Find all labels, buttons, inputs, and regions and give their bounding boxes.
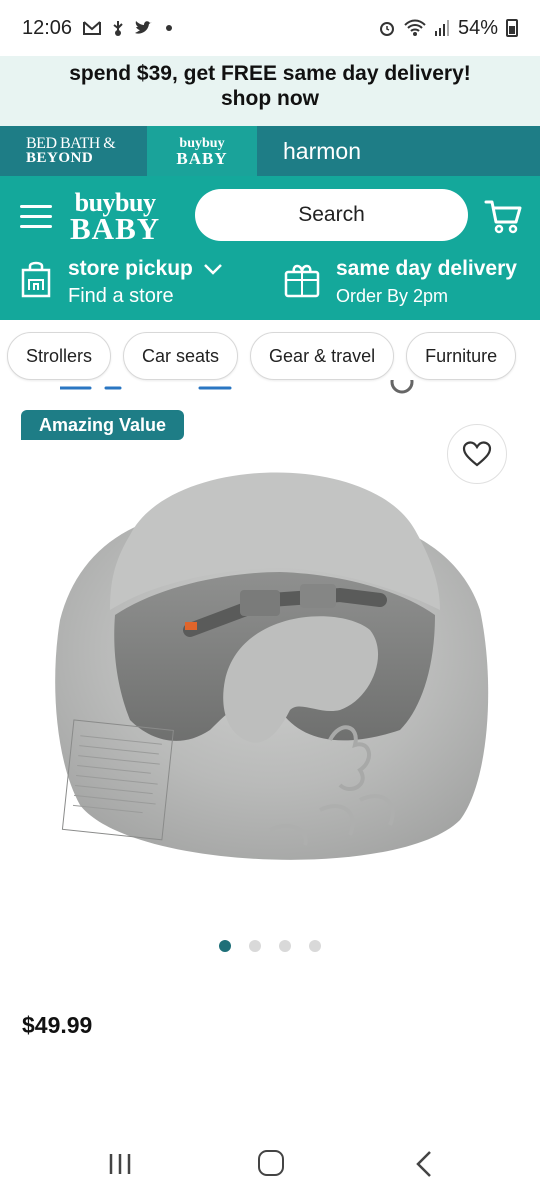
chip-car-seats[interactable]: Car seats	[123, 332, 239, 380]
chip-furniture[interactable]: Furniture	[406, 332, 517, 380]
tab-harmon[interactable]: harmon	[257, 126, 361, 176]
carousel-dot[interactable]	[219, 940, 231, 952]
image-carousel-dots	[0, 940, 540, 952]
dot-icon	[166, 25, 173, 31]
promo-link[interactable]: shop now	[0, 86, 540, 111]
system-nav-bar	[0, 1130, 540, 1200]
carousel-dot[interactable]	[249, 940, 261, 952]
wifi-icon	[404, 19, 426, 36]
cart-icon[interactable]	[484, 196, 524, 236]
bbb-logo-line2: BEYOND	[26, 150, 94, 166]
battery-icon	[506, 19, 518, 37]
gmail-icon	[83, 21, 102, 35]
site-header: buybuy BABY Search store pickup Find a s…	[0, 176, 540, 320]
usb-icon	[113, 21, 123, 36]
status-time: 12:06	[22, 16, 73, 39]
delivery-sub: Order By 2pm	[336, 286, 449, 306]
store-pickup-label: store pickup	[68, 257, 193, 280]
brand-tabs: BED BATH & BEYOND buybuy BABY harmon	[0, 126, 540, 176]
delivery-title: same day delivery	[336, 257, 517, 280]
notification-icons	[82, 19, 173, 37]
chip-strollers[interactable]: Strollers	[7, 332, 112, 380]
product-image[interactable]	[40, 440, 500, 890]
scrolled-text-fragment	[60, 380, 414, 394]
store-pickup-title: store pickup	[68, 256, 223, 282]
tab-bed-bath-beyond[interactable]: BED BATH & BEYOND	[0, 126, 147, 176]
tab-buybuy-baby[interactable]: buybuy BABY	[147, 126, 257, 176]
product-price: $49.99	[22, 1012, 93, 1038]
promo-banner[interactable]: spend $39, get FREE same day delivery! s…	[0, 56, 540, 126]
store-pickup[interactable]: store pickup Find a store	[20, 256, 223, 310]
status-bar: 12:06 54%	[0, 0, 540, 56]
store-bag-icon	[21, 261, 51, 298]
carousel-dot[interactable]	[309, 940, 321, 952]
logo-line2: BABY	[70, 211, 161, 246]
same-day-delivery[interactable]: same day delivery Order By 2pm	[282, 256, 517, 310]
gift-bag-icon	[284, 264, 320, 298]
find-store-link[interactable]: Find a store	[68, 282, 223, 310]
back-icon[interactable]	[412, 1150, 436, 1178]
carousel-dot[interactable]	[279, 940, 291, 952]
twitter-icon	[135, 21, 153, 34]
signal-icon	[434, 20, 449, 36]
system-icons: 54%	[378, 17, 518, 40]
home-icon[interactable]	[258, 1150, 284, 1176]
search-input[interactable]: Search	[195, 189, 468, 241]
bbb-logo-line1: BED BATH &	[26, 135, 116, 152]
alarm-icon	[379, 22, 394, 36]
recents-icon[interactable]	[108, 1152, 132, 1176]
chevron-down-icon	[203, 264, 222, 275]
amazing-value-badge: Amazing Value	[21, 410, 185, 440]
promo-text: spend $39, get FREE same day delivery!	[69, 62, 471, 85]
baby-logo-line2: BABY	[176, 149, 228, 168]
battery-text: 54%	[457, 16, 498, 39]
menu-icon[interactable]	[20, 203, 52, 229]
chip-gear-travel[interactable]: Gear & travel	[250, 332, 395, 380]
site-logo[interactable]: buybuy BABY	[70, 190, 161, 246]
